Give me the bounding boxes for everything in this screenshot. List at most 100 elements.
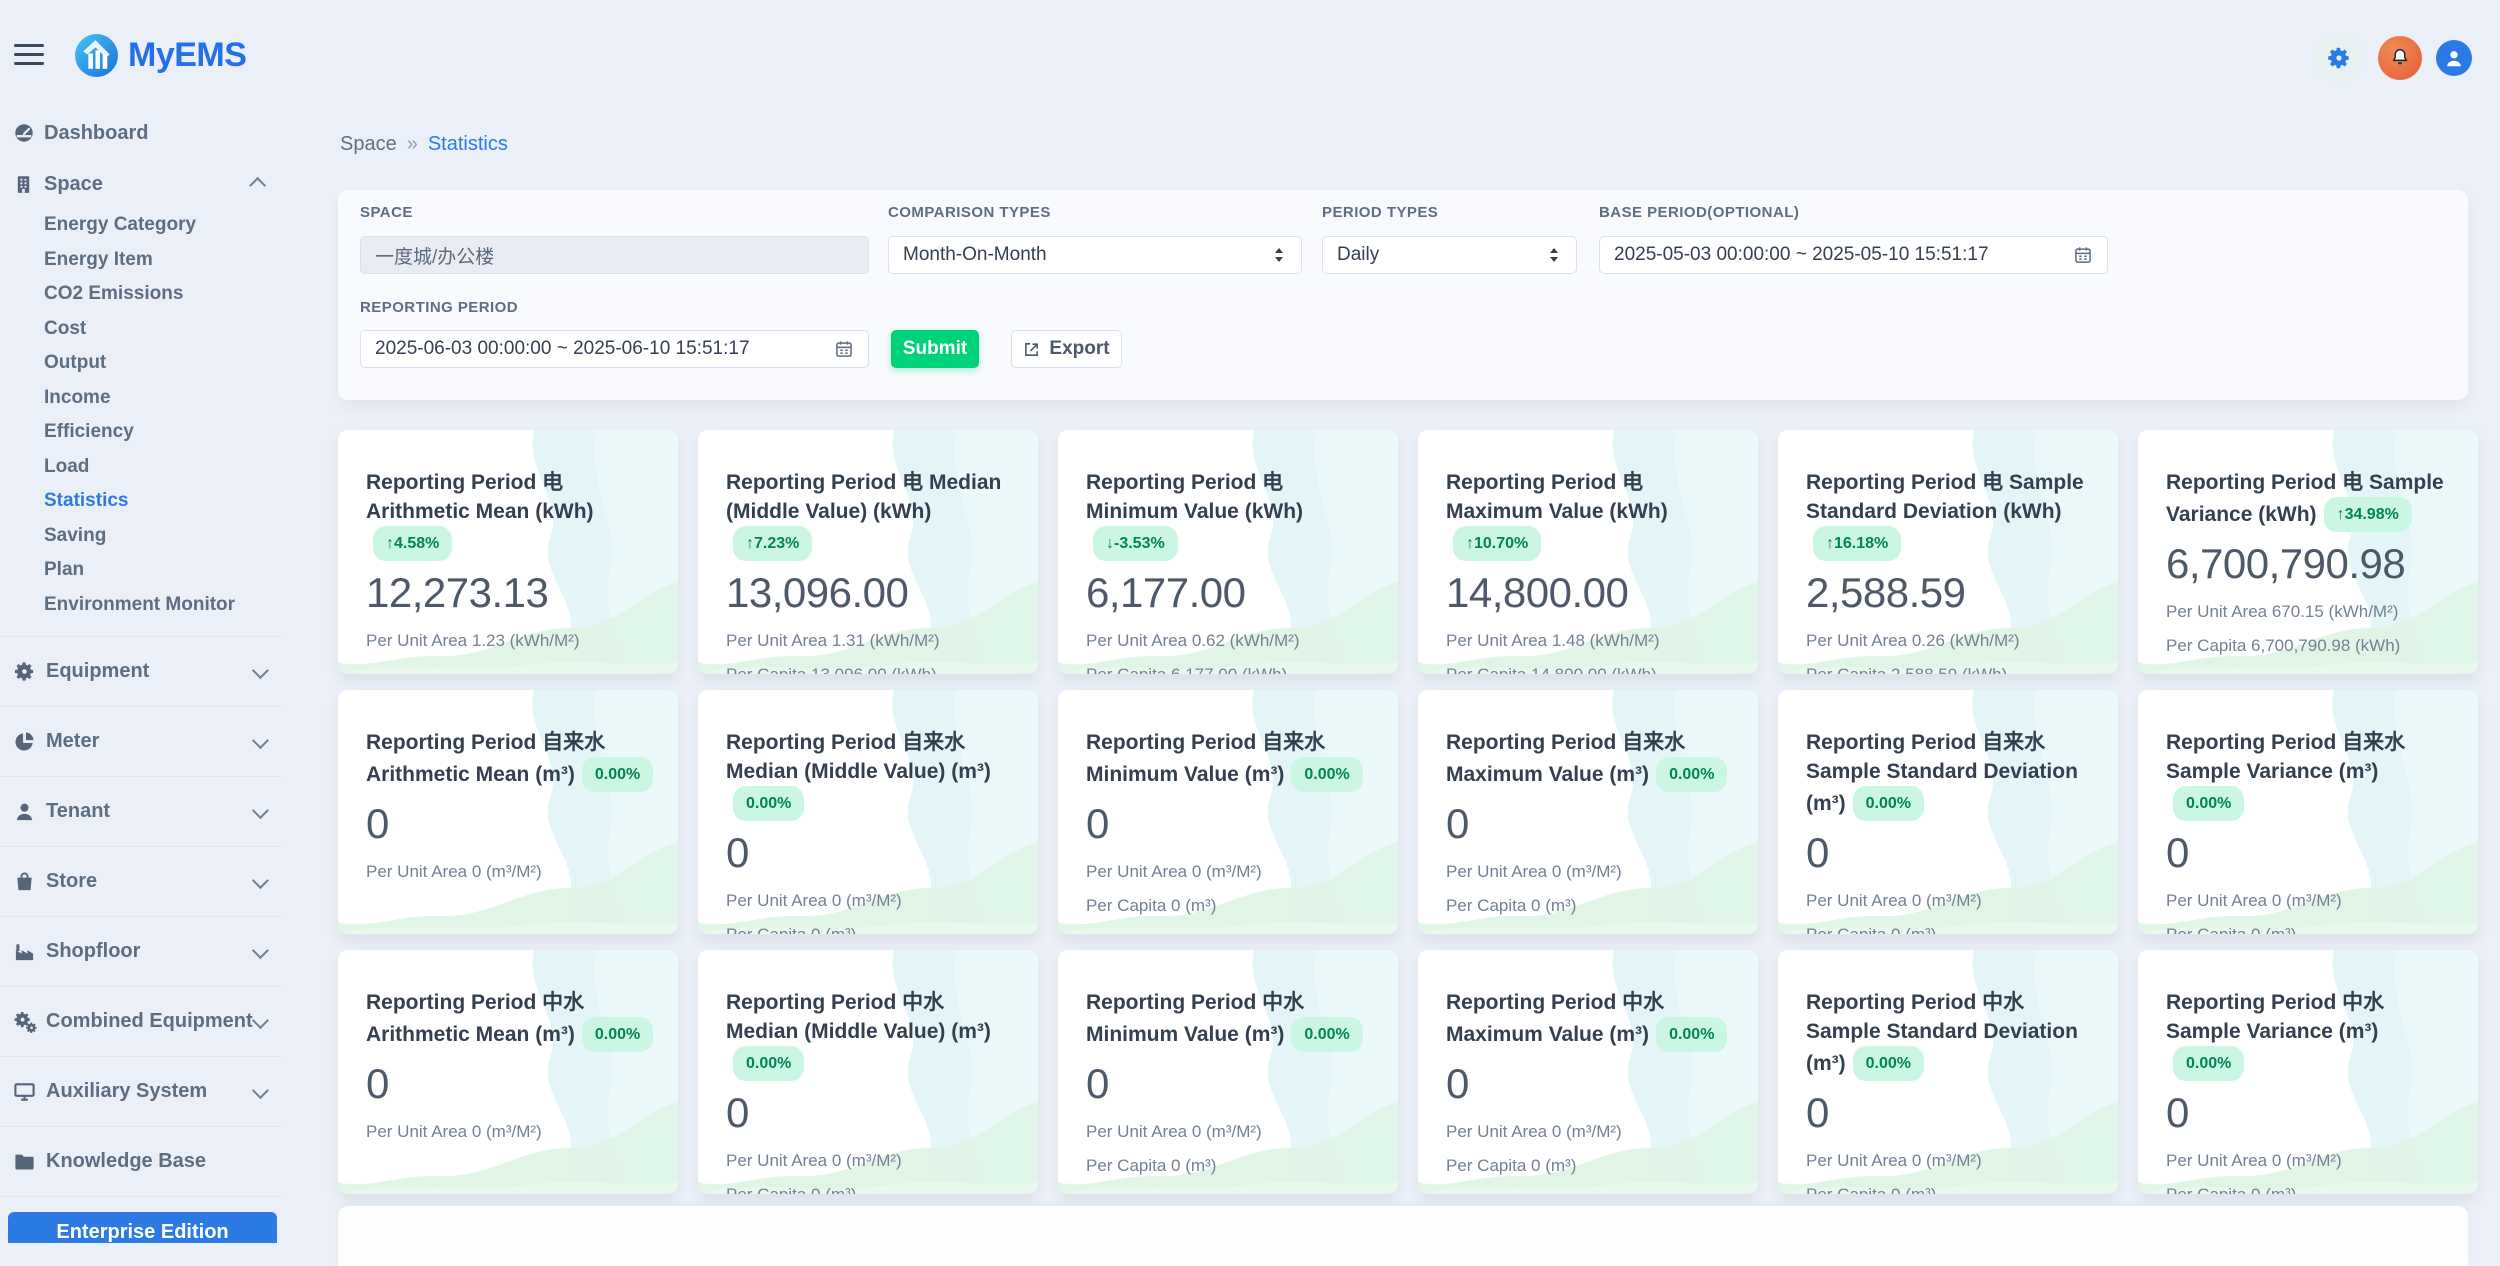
stat-card-value: 0 [1446,800,1734,848]
sidebar-item-meter[interactable]: Meter [0,707,283,777]
chevron-down-icon [252,662,269,679]
sidebar-item-dashboard[interactable]: Dashboard [0,113,283,153]
gauge-icon [13,122,35,144]
stat-card-title: Reporting Period 自来水 Minimum Value (m³)0… [1086,728,1374,792]
period-types-label: PERIOD TYPES [1322,204,1438,221]
stat-card: Reporting Period 自来水 Median (Middle Valu… [698,690,1038,934]
stat-card-value: 0 [2166,829,2454,877]
stat-card-per-unit-area: Per Unit Area 0 (m³/M²) [1086,1121,1374,1142]
sidebar-subitem[interactable]: Statistics [0,484,283,519]
breadcrumb-current: Statistics [428,133,508,155]
sidebar-subitem[interactable]: Energy Category [0,208,283,243]
stat-card-per-unit-area: Per Unit Area 0 (m³/M²) [1446,861,1734,882]
stat-card: Reporting Period 中水 Sample Variance (m³)… [2138,950,2478,1194]
sidebar-item-space[interactable]: Space [0,164,283,204]
menu-toggle-icon[interactable] [14,44,44,66]
shopping-bag-icon [13,870,37,894]
reporting-period-input[interactable]: 2025-06-03 00:00:00 ~ 2025-06-10 15:51:1… [360,330,869,368]
sidebar-item-shopfloor[interactable]: Shopfloor [0,917,283,987]
stat-card-per-capita: Per Capita 13,096.00 (kWh) [726,664,1014,674]
chevron-down-icon [252,1082,269,1099]
stat-card-badge: ↑34.98% [2324,497,2412,532]
pie-chart-icon [13,730,37,754]
sidebar-subitem[interactable]: Cost [0,312,283,347]
chevron-down-icon [252,1012,269,1029]
stat-card-badge: 0.00% [582,1017,653,1052]
select-arrows-icon [1546,246,1562,264]
sidebar-subitem[interactable]: Environment Monitor [0,588,283,623]
sidebar-subitem[interactable]: Output [0,346,283,381]
breadcrumb: Space»Statistics [340,133,508,156]
sidebar-item-knowledge-base[interactable]: Knowledge Base [0,1127,283,1197]
stat-card-per-unit-area: Per Unit Area 0 (m³/M²) [2166,890,2454,911]
calendar-icon [2073,245,2093,265]
enterprise-edition-button[interactable]: Enterprise Edition [8,1212,277,1243]
sidebar-item-combined-equipment[interactable]: Combined Equipment [0,987,283,1057]
stat-card: Reporting Period 电 Sample Standard Devia… [1778,430,2118,674]
stat-card-per-capita: Per Capita 0 (m³) [1086,1155,1374,1176]
stat-card-title: Reporting Period 中水 Median (Middle Value… [726,988,1014,1081]
stat-card-title: Reporting Period 自来水 Median (Middle Valu… [726,728,1014,821]
settings-gear-icon[interactable] [2314,33,2364,83]
stat-card-per-unit-area: Per Unit Area 0 (m³/M²) [726,890,1014,911]
stat-card-badge: 0.00% [733,1046,804,1081]
stat-card: Reporting Period 电 Median (Middle Value)… [698,430,1038,674]
gears-icon [13,1010,37,1034]
stat-card-title: Reporting Period 自来水 Sample Variance (m³… [2166,728,2454,821]
stat-card-badge: 0.00% [1656,1017,1727,1052]
submit-button[interactable]: Submit [891,330,979,368]
stat-card-title: Reporting Period 电 Sample Variance (kWh)… [2166,468,2454,532]
stat-card-value: 0 [1086,1060,1374,1108]
filter-panel: SPACE 一度城/办公楼 COMPARISON TYPES Month-On-… [338,190,2468,400]
stat-card-per-capita: Per Capita 0 (m³) [1086,895,1374,916]
sidebar-subitem[interactable]: Load [0,450,283,485]
myems-logo-icon [74,33,119,78]
space-submenu: Energy Category Energy Item CO2 Emission… [0,208,283,637]
stat-card: Reporting Period 中水 Median (Middle Value… [698,950,1038,1194]
sidebar-subitem[interactable]: Energy Item [0,243,283,278]
stat-card-badge: 0.00% [1291,1017,1362,1052]
stat-card-per-unit-area: Per Unit Area 670.15 (kWh/M²) [2166,601,2454,622]
stat-card-title: Reporting Period 电 Minimum Value (kWh)↓-… [1086,468,1374,561]
select-arrows-icon [1271,246,1287,264]
sidebar-item-equipment[interactable]: Equipment [0,637,283,707]
sidebar-subitem[interactable]: CO2 Emissions [0,277,283,312]
stat-card-value: 13,096.00 [726,569,1014,617]
stat-card: Reporting Period 中水 Sample Standard Devi… [1778,950,2118,1194]
stat-card-value: 2,588.59 [1806,569,2094,617]
stat-card-title: Reporting Period 中水 Maximum Value (m³)0.… [1446,988,1734,1052]
stat-card-per-capita: Per Capita 0 (m³) [1446,1155,1734,1176]
sidebar-subitem[interactable]: Efficiency [0,415,283,450]
sidebar-subitem[interactable]: Income [0,381,283,416]
sidebar-item-store[interactable]: Store [0,847,283,917]
sidebar-subitem[interactable]: Plan [0,553,283,588]
space-input[interactable]: 一度城/办公楼 [360,236,869,274]
stat-card-per-unit-area: Per Unit Area 0 (m³/M²) [1806,1150,2094,1171]
stat-card-value: 0 [1446,1060,1734,1108]
stat-card-per-unit-area: Per Unit Area 0 (m³/M²) [1446,1121,1734,1142]
base-period-input[interactable]: 2025-05-03 00:00:00 ~ 2025-05-10 15:51:1… [1599,236,2108,274]
gear-icon [13,660,37,684]
period-types-select[interactable]: Daily [1322,236,1577,274]
stat-card: Reporting Period 中水 Maximum Value (m³)0.… [1418,950,1758,1194]
stat-card-per-capita: Per Capita 0 (m³) [726,1184,1014,1194]
calendar-icon [834,339,854,359]
stat-card-per-unit-area: Per Unit Area 0 (m³/M²) [726,1150,1014,1171]
stat-card-value: 12,273.13 [366,569,654,617]
stat-card-per-capita: Per Capita 0 (m³) [1806,1184,2094,1194]
export-button[interactable]: Export [1011,330,1122,368]
stat-card-value: 0 [726,829,1014,877]
notifications-bell-icon[interactable] [2378,36,2422,80]
building-icon [13,173,35,195]
brand-logo[interactable]: MyEMS [74,33,246,78]
stat-card-badge: 0.00% [1853,1046,1924,1081]
sidebar-item-tenant[interactable]: Tenant [0,777,283,847]
stat-card-title: Reporting Period 中水 Arithmetic Mean (m³)… [366,988,654,1052]
stat-card: Reporting Period 电 Arithmetic Mean (kWh)… [338,430,678,674]
sidebar-item-auxiliary-system[interactable]: Auxiliary System [0,1057,283,1127]
stat-card-badge: 0.00% [2173,786,2244,821]
breadcrumb-space-link[interactable]: Space [340,133,397,155]
comparison-types-select[interactable]: Month-On-Month [888,236,1302,274]
sidebar-subitem[interactable]: Saving [0,519,283,554]
user-avatar[interactable] [2436,40,2472,76]
